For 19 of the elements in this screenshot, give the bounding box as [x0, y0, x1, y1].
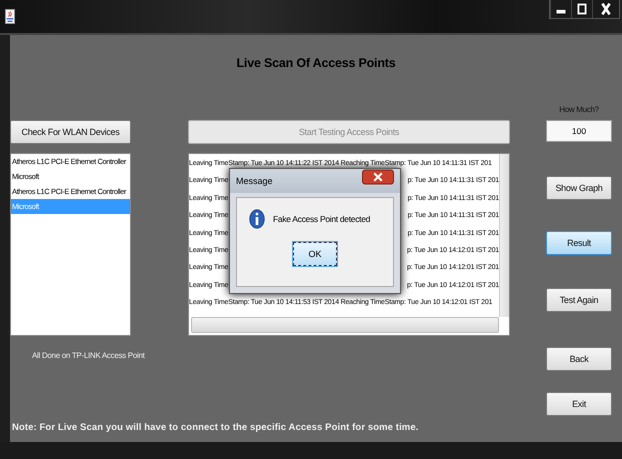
action-button[interactable]: Exit — [546, 392, 612, 416]
ok-button[interactable]: OK — [293, 242, 337, 266]
status-text: All Done on TP-LINK Access Point — [32, 351, 145, 360]
action-button[interactable]: Test Again — [546, 288, 612, 312]
app-icon — [5, 8, 15, 25]
heading: Live Scan Of Access Points — [236, 56, 396, 72]
dialog-message: Fake Access Point detected — [273, 214, 370, 224]
dialog-title: Message — [236, 176, 273, 186]
check-devices-button[interactable]: Check For WLAN Devices — [10, 120, 131, 144]
close-icon[interactable] — [362, 169, 394, 185]
vertical-scrollbar[interactable] — [499, 154, 509, 317]
how-much-field[interactable]: 100 — [546, 120, 612, 142]
note-text: Note: For Live Scan you will have to connect to the specific Access Point for some time. — [12, 422, 420, 433]
how-much-label: How Much? — [559, 105, 599, 116]
action-button[interactable]: Show Graph — [546, 176, 612, 200]
action-button[interactable]: Result — [546, 231, 612, 255]
horizontal-scrollbar[interactable] — [191, 317, 499, 333]
info-icon — [249, 208, 265, 230]
action-button[interactable]: Back — [546, 347, 612, 371]
